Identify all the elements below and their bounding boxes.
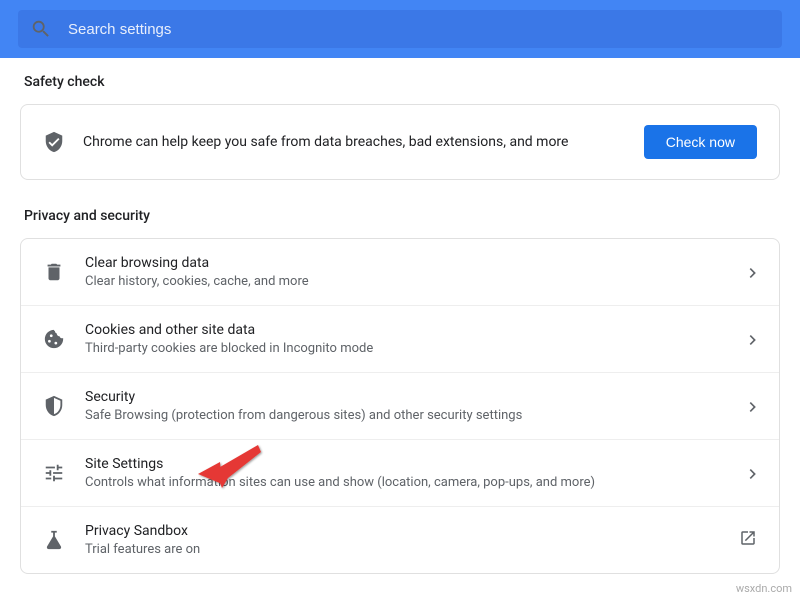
row-subtitle: Clear history, cookies, cache, and more <box>85 274 729 289</box>
list-item-clear-browsing-data[interactable]: Clear browsing data Clear history, cooki… <box>21 239 779 306</box>
check-now-button[interactable]: Check now <box>644 125 757 159</box>
flask-icon <box>43 529 65 551</box>
section-title-safety: Safety check <box>24 74 776 90</box>
privacy-list: Clear browsing data Clear history, cooki… <box>20 238 780 574</box>
search-bar <box>0 0 800 58</box>
trash-icon <box>43 261 65 283</box>
chevron-right-icon <box>749 263 757 282</box>
row-subtitle: Third-party cookies are blocked in Incog… <box>85 341 729 356</box>
row-title: Security <box>85 389 729 405</box>
safety-check-card: Chrome can help keep you safe from data … <box>20 104 780 180</box>
search-icon <box>30 18 52 40</box>
row-text: Privacy Sandbox Trial features are on <box>85 523 719 557</box>
shield-icon <box>43 395 65 417</box>
cookie-icon <box>43 328 65 350</box>
tune-icon <box>43 462 65 484</box>
row-subtitle: Safe Browsing (protection from dangerous… <box>85 408 729 423</box>
list-item-security[interactable]: Security Safe Browsing (protection from … <box>21 373 779 440</box>
row-title: Cookies and other site data <box>85 322 729 338</box>
chevron-right-icon <box>749 330 757 349</box>
shield-check-icon <box>43 131 65 153</box>
section-title-privacy: Privacy and security <box>24 208 776 224</box>
list-item-privacy-sandbox[interactable]: Privacy Sandbox Trial features are on <box>21 507 779 573</box>
search-input[interactable] <box>68 21 770 38</box>
open-in-new-icon <box>739 529 757 551</box>
row-text: Site Settings Controls what information … <box>85 456 729 490</box>
row-text: Clear browsing data Clear history, cooki… <box>85 255 729 289</box>
settings-content: Safety check Chrome can help keep you sa… <box>0 58 800 586</box>
chevron-right-icon <box>749 397 757 416</box>
row-text: Cookies and other site data Third-party … <box>85 322 729 356</box>
row-title: Privacy Sandbox <box>85 523 719 539</box>
row-title: Clear browsing data <box>85 255 729 271</box>
list-item-cookies[interactable]: Cookies and other site data Third-party … <box>21 306 779 373</box>
safety-check-row: Chrome can help keep you safe from data … <box>21 105 779 179</box>
row-subtitle: Trial features are on <box>85 542 719 557</box>
row-text: Security Safe Browsing (protection from … <box>85 389 729 423</box>
safety-check-text: Chrome can help keep you safe from data … <box>83 134 626 150</box>
row-title: Site Settings <box>85 456 729 472</box>
chevron-right-icon <box>749 464 757 483</box>
list-item-site-settings[interactable]: Site Settings Controls what information … <box>21 440 779 507</box>
row-subtitle: Controls what information sites can use … <box>85 475 729 490</box>
watermark: wsxdn.com <box>736 582 792 595</box>
search-field[interactable] <box>18 10 782 48</box>
